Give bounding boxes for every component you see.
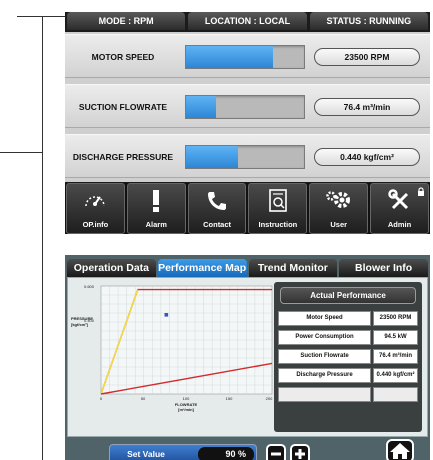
x-tick: 50 [141,396,146,401]
discharge-pressure-row: DISCHARGE PRESSURE 0.440 kgf/cm² [65,134,430,178]
frame-line-top [17,16,65,17]
perf-row-power: Power Consumption 94.5 kW [278,330,418,345]
gauge-icon [85,196,106,207]
wrench-screwdriver-icon [387,189,408,210]
tab-trend-monitor[interactable]: Trend Monitor [248,259,338,277]
perf-value: 0.440 kgf/cm² [373,368,418,383]
admin-label: Admin [387,220,412,229]
user-button[interactable]: User [309,183,369,234]
running-status-indicator: STATUS : RUNNING [309,12,428,30]
hmi-page: MODE : RPM LOCATION : LOCAL STATUS : RUN… [0,0,433,460]
y-tick-mid: 0.400 [84,318,95,323]
gears-icon [325,191,350,208]
increase-button[interactable] [290,444,310,460]
contact-button[interactable]: Contact [187,183,247,234]
level-bar [185,45,305,69]
location-indicator: LOCATION : LOCAL [188,12,307,30]
grid [101,286,272,394]
suction-flowrate-row: SUCTION FLOWRATE 76.4 m³/min [65,84,430,128]
performance-chart-svg: 0.600 PRESSURE [kgf/cm²] 0.400 0 50 100 … [71,284,273,412]
frame-line-mid [0,152,43,153]
manual-icon [269,189,287,212]
tab-blower-info[interactable]: Blower Info [339,259,428,277]
decrease-button[interactable] [266,444,286,460]
phone-icon [208,192,227,210]
perf-value: 23500 RPM [373,311,418,326]
x-tick: 0 [100,396,103,401]
perf-row-empty [278,387,418,402]
meas-value: 0.440 kgf/cm² [314,148,420,166]
tab-performance-map[interactable]: Performance Map [157,259,247,277]
y-tick-top: 0.600 [84,284,95,289]
perf-row-motor-speed: Motor Speed 23500 RPM [278,311,418,326]
perf-label: Motor Speed [278,311,371,326]
tab-operation-data[interactable]: Operation Data [67,259,156,277]
op-info-label: OP.info [82,220,109,229]
level-fill [186,96,216,118]
actual-performance-title: Actual Performance [280,287,416,304]
frame-line-vertical [42,16,43,460]
lock-icon [417,187,424,196]
level-fill [186,46,274,68]
alarm-button[interactable]: Alarm [126,183,186,234]
main-status-panel: MODE : RPM LOCATION : LOCAL STATUS : RUN… [65,12,430,234]
measurement-rows: MOTOR SPEED 23500 RPM SUCTION FLOWRATE 7… [65,32,430,182]
perf-label: Suction Flowrate [278,349,371,364]
perf-label: Discharge Pressure [278,368,371,383]
performance-panel: Operation Data Performance Map Trend Mon… [65,255,430,460]
exclamation-icon [153,190,160,212]
performance-chart: 0.600 PRESSURE [kgf/cm²] 0.400 0 50 100 … [68,278,274,436]
home-icon [390,443,410,459]
level-bar [185,95,305,119]
mode-indicator: MODE : RPM [67,12,186,30]
meas-value: 76.4 m³/min [314,98,420,116]
meas-label: DISCHARGE PRESSURE [72,152,174,162]
x-tick: 200 [266,396,273,401]
plus-icon [295,449,305,459]
contact-label: Contact [203,220,232,229]
motor-speed-row: MOTOR SPEED 23500 RPM [65,34,430,78]
tab-bar: Operation Data Performance Map Trend Mon… [65,259,430,277]
perf-value: 76.4 m³/min [373,349,418,364]
set-value-label: Set Value [127,449,165,459]
perf-row-suction-flowrate: Suction Flowrate 76.4 m³/min [278,349,418,364]
minus-icon [271,452,281,456]
actual-performance-panel: Actual Performance Motor Speed 23500 RPM… [274,282,422,432]
status-bar: MODE : RPM LOCATION : LOCAL STATUS : RUN… [65,12,430,30]
x-tick: 100 [183,396,190,401]
performance-map-view: 0.600 PRESSURE [kgf/cm²] 0.400 0 50 100 … [67,277,428,437]
admin-button[interactable]: Admin [370,183,429,234]
op-info-button[interactable]: OP.info [66,183,125,234]
perf-value [373,387,418,402]
set-value-field[interactable]: 90 % [198,447,254,460]
x-axis-unit: [m³/min] [178,407,194,412]
perf-value: 94.5 kW [373,330,418,345]
meas-value: 23500 RPM [314,48,420,66]
perf-row-discharge-pressure: Discharge Pressure 0.440 kgf/cm² [278,368,418,383]
operating-point-marker [164,313,169,317]
x-tick: 150 [226,396,233,401]
user-label: User [330,220,348,229]
level-bar [185,145,305,169]
set-value-control[interactable]: Set Value 90 % [109,444,257,460]
alarm-label: Alarm [145,220,167,229]
level-fill [186,146,238,168]
instruction-button[interactable]: Instruction [248,183,308,234]
meas-label: SUCTION FLOWRATE [78,102,168,112]
perf-label: Power Consumption [278,330,371,345]
home-button[interactable] [386,439,414,460]
instruction-label: Instruction [258,220,298,229]
perf-label [278,387,371,402]
meas-label: MOTOR SPEED [91,52,155,62]
main-toolbar: OP.info Alarm Contact Instruction User A… [65,183,430,234]
